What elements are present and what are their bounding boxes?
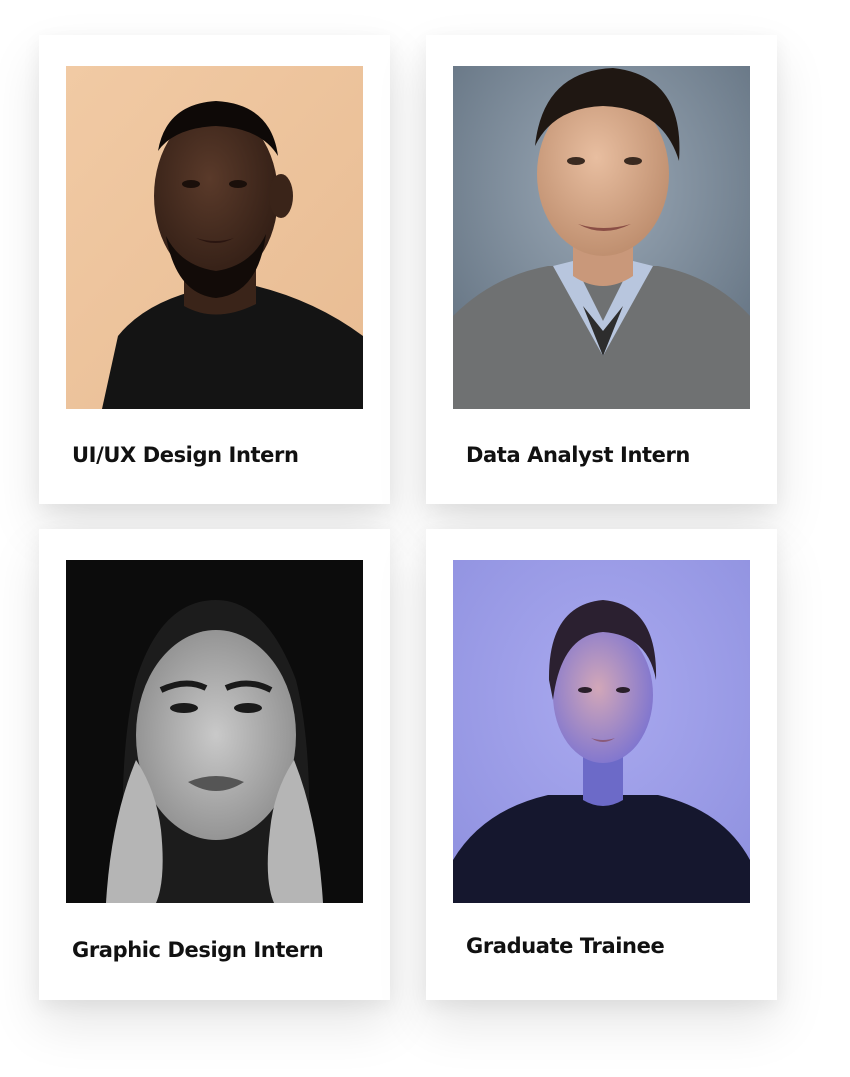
role-card-graduate-trainee[interactable]: Graduate Trainee [426,529,777,1000]
portrait-photo [453,66,750,409]
portrait-ui-ux-image [66,66,363,409]
portrait-graduate-trainee-image [453,560,750,903]
role-card-data-analyst[interactable]: Data Analyst Intern [426,35,777,504]
portrait-photo [66,66,363,409]
role-title: UI/UX Design Intern [72,443,299,467]
role-card-graphic-design[interactable]: Graphic Design Intern [39,529,390,1000]
portrait-data-analyst-image [453,66,750,409]
portrait-graphic-design-image [66,560,363,903]
role-card-ui-ux[interactable]: UI/UX Design Intern [39,35,390,504]
role-title: Data Analyst Intern [466,443,690,467]
role-title: Graphic Design Intern [72,938,324,962]
role-title: Graduate Trainee [466,934,665,958]
portrait-photo [66,560,363,903]
portrait-photo [453,560,750,903]
